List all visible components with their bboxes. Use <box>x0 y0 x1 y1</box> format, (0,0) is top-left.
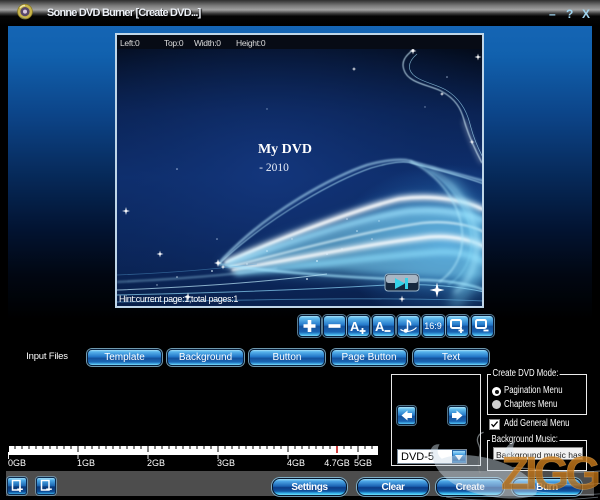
svg-text:3GB: 3GB <box>217 458 235 468</box>
svg-text:5GB: 5GB <box>354 458 372 468</box>
svg-text:4.7GB: 4.7GB <box>324 458 350 468</box>
svg-text:A: A <box>350 319 360 334</box>
svg-text:2GB: 2GB <box>147 458 165 468</box>
svg-text:My DVD: My DVD <box>258 142 312 157</box>
svg-text:0GB: 0GB <box>8 458 26 468</box>
svg-text:- 2010: - 2010 <box>259 162 289 174</box>
svg-text:Hint:current page:1,total page: Hint:current page:1,total pages:1 <box>119 294 238 304</box>
svg-text:1GB: 1GB <box>77 458 95 468</box>
svg-text:4GB: 4GB <box>287 458 305 468</box>
svg-text:A: A <box>375 319 385 334</box>
